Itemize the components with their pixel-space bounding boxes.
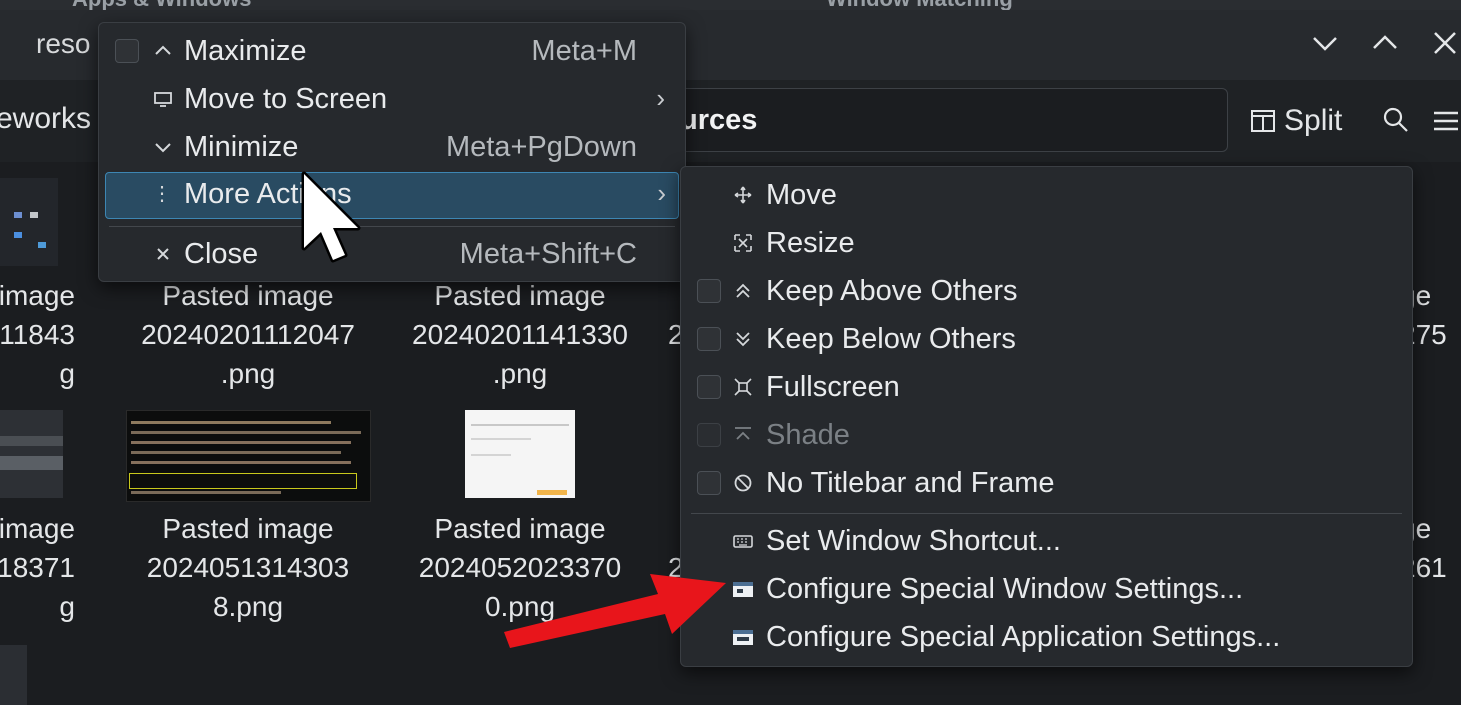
menu-label: Shade <box>766 419 850 451</box>
file-name[interactable]: image 718371 g <box>0 509 75 626</box>
file-name[interactable]: Pasted image 20240201112047 .png <box>118 276 378 393</box>
menu-item-configure-window-settings[interactable]: Configure Special Window Settings... <box>681 567 1412 613</box>
menu-item-no-titlebar[interactable]: No Titlebar and Frame <box>681 461 1412 507</box>
breadcrumb[interactable]: eworks <box>0 102 91 136</box>
keep-below-checkbox[interactable] <box>697 327 721 351</box>
menu-label: Set Window Shortcut... <box>766 525 1061 557</box>
window-menu: Maximize Meta+M Move to Screen › Minimiz… <box>98 22 686 282</box>
keep-above-checkbox[interactable] <box>697 279 721 303</box>
file-thumbnail[interactable] <box>0 178 58 266</box>
close-icon <box>157 248 169 260</box>
submenu-arrow-icon: › <box>657 178 666 208</box>
hamburger-menu-icon[interactable] <box>1432 110 1460 134</box>
split-label: Split <box>1284 104 1343 137</box>
menu-label: Configure Special Application Settings..… <box>766 621 1281 653</box>
file-name[interactable]: Pasted image 2024051314303 8.png <box>118 509 378 626</box>
menu-item-move-to-screen[interactable]: Move to Screen › <box>99 77 685 123</box>
menu-label: Minimize <box>184 131 299 163</box>
fullscreen-icon <box>734 378 752 396</box>
file-thumbnail[interactable] <box>0 645 27 705</box>
more-actions-submenu: Move Resize Keep Above Others Keep Below… <box>680 166 1413 667</box>
menu-item-minimize[interactable]: Minimize Meta+PgDown <box>99 125 685 171</box>
double-chevron-down-icon <box>736 332 750 347</box>
file-thumbnail[interactable] <box>0 410 63 498</box>
menu-item-fullscreen[interactable]: Fullscreen <box>681 365 1412 411</box>
menu-label: Move <box>766 179 837 211</box>
menu-item-shade: Shade <box>681 413 1412 459</box>
menu-label: Maximize <box>184 35 307 67</box>
move-icon <box>734 186 752 204</box>
maximize-checkbox[interactable] <box>115 39 139 63</box>
menu-separator <box>691 513 1402 514</box>
resize-icon <box>734 234 752 252</box>
background-window-strip: Apps & Windows Window Matching <box>0 0 1461 11</box>
menu-item-configure-app-settings[interactable]: Configure Special Application Settings..… <box>681 615 1412 661</box>
menu-label: Keep Above Others <box>766 275 1018 307</box>
menu-item-keep-below[interactable]: Keep Below Others <box>681 317 1412 363</box>
menu-label: Close <box>184 238 259 270</box>
menu-shortcut: Meta+PgDown <box>445 131 637 163</box>
shade-checkbox <box>697 423 721 447</box>
maximize-window-icon[interactable] <box>1370 28 1400 58</box>
chevron-up-icon <box>155 45 171 55</box>
keyboard-icon <box>733 535 753 548</box>
menu-item-set-window-shortcut[interactable]: Set Window Shortcut... <box>681 519 1412 565</box>
minimize-window-icon[interactable] <box>1310 28 1340 58</box>
menu-label: Keep Below Others <box>766 323 1016 355</box>
monitor-icon <box>154 92 172 107</box>
menu-item-more-actions[interactable]: ⋮ More Actions › <box>105 172 679 219</box>
search-icon[interactable] <box>1382 106 1410 134</box>
file-name[interactable]: Pasted image 20240201141330 .png <box>390 276 650 393</box>
file-thumbnail-dialog[interactable] <box>465 410 575 498</box>
menu-label: Move to Screen <box>184 83 388 115</box>
submenu-arrow-icon: › <box>656 83 665 113</box>
menu-label: Resize <box>766 227 855 259</box>
no-frame-icon <box>734 474 752 492</box>
menu-item-close[interactable]: Close Meta+Shift+C <box>99 232 685 278</box>
menu-label: Configure Special Window Settings... <box>766 573 1244 605</box>
double-chevron-up-icon <box>736 283 750 298</box>
menu-label: Fullscreen <box>766 371 900 403</box>
no-titlebar-checkbox[interactable] <box>697 471 721 495</box>
menu-item-maximize[interactable]: Maximize Meta+M <box>99 29 685 75</box>
fullscreen-checkbox[interactable] <box>697 375 721 399</box>
menu-item-keep-above[interactable]: Keep Above Others <box>681 269 1412 315</box>
mouse-cursor-icon <box>301 171 361 263</box>
annotation-arrow-icon <box>504 574 726 648</box>
more-vertical-icon: ⋮ <box>152 183 172 205</box>
split-view-icon <box>1251 110 1275 132</box>
menu-shortcut: Meta+M <box>531 35 637 67</box>
close-window-icon[interactable] <box>1430 28 1460 58</box>
file-name[interactable]: image 111843 g <box>0 276 75 393</box>
chevron-down-icon <box>155 143 171 153</box>
split-button[interactable]: Split <box>1250 104 1342 138</box>
location-text: urces <box>680 104 758 136</box>
shade-icon <box>735 427 751 440</box>
file-thumbnail-terminal[interactable] <box>126 410 371 502</box>
menu-item-move[interactable]: Move <box>681 173 1412 219</box>
menu-separator <box>109 226 675 227</box>
menu-item-resize[interactable]: Resize <box>681 221 1412 267</box>
menu-shortcut: Meta+Shift+C <box>459 238 637 270</box>
menu-label: No Titlebar and Frame <box>766 467 1055 499</box>
window-tab-title[interactable]: reso <box>36 28 90 60</box>
